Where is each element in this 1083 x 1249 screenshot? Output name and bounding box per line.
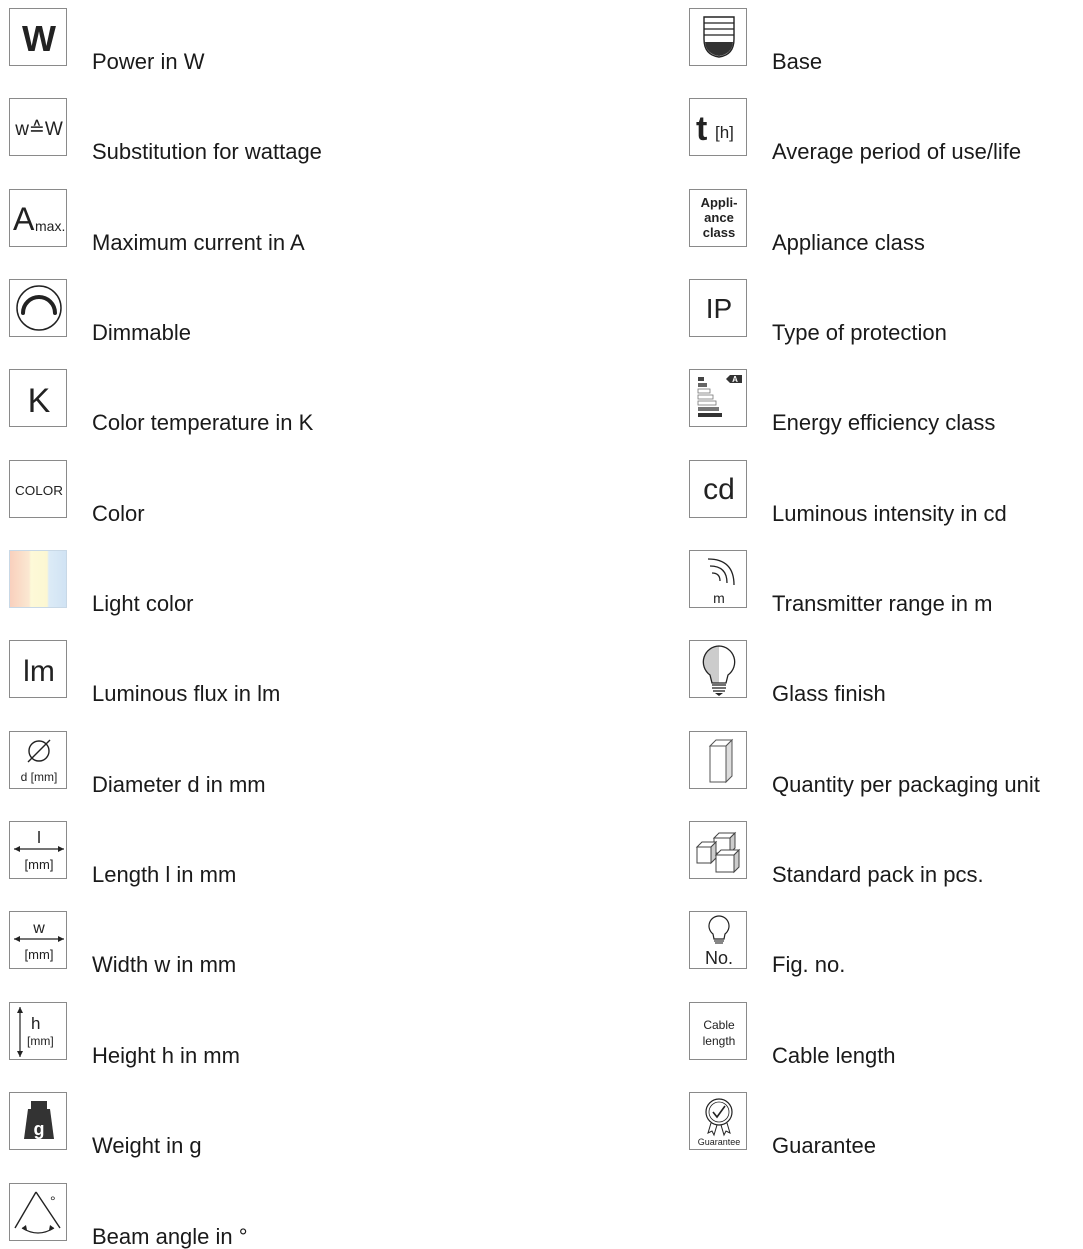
guarantee-seal-icon: Guarantee (689, 1092, 747, 1150)
svg-text:°: ° (50, 1193, 56, 1209)
legend-label: Cable length (772, 1043, 896, 1068)
legend-label: Color temperature in K (92, 410, 314, 435)
legend-label: Length l in mm (92, 862, 237, 887)
legend-label: Fig. no. (772, 952, 846, 977)
color-temperature-icon: K (9, 369, 67, 427)
color-icon: COLOR (9, 460, 67, 518)
svg-text:W: W (22, 18, 56, 59)
legend-label: Appliance class (772, 230, 925, 255)
svg-text:cd: cd (703, 473, 735, 506)
legend-label: Dimmable (92, 320, 192, 345)
svg-text:g: g (34, 1119, 45, 1139)
svg-text:t: t (696, 110, 707, 148)
svg-text:w: w (32, 920, 45, 937)
svg-text:[h]: [h] (715, 123, 734, 142)
svg-text:COLOR: COLOR (15, 483, 63, 498)
weight-icon: g (9, 1092, 67, 1150)
legend-label: Weight in g (92, 1133, 202, 1158)
lifetime-icon: t [h] (689, 98, 747, 156)
cable-length-icon: Cable length (689, 1002, 747, 1060)
legend-label: Base (772, 49, 823, 74)
legend-label: Luminous flux in lm (92, 681, 281, 706)
luminous-flux-icon: lm (9, 640, 67, 698)
svg-text:[mm]: [mm] (27, 1034, 54, 1048)
luminous-intensity-icon: cd (689, 460, 747, 518)
legend-label: Width w in mm (92, 952, 237, 977)
svg-text:ance: ance (704, 210, 734, 225)
legend-label: Guarantee (772, 1133, 876, 1158)
legend-label: Standard pack in pcs. (772, 862, 984, 887)
svg-text:[mm]: [mm] (25, 947, 54, 962)
svg-text:d [mm]: d [mm] (21, 770, 58, 784)
svg-text:No.: No. (705, 948, 733, 968)
legend-label: Transmitter range in m (772, 591, 993, 616)
ip-protection-icon: IP (689, 279, 747, 337)
wattage-substitution-icon: w≙W (9, 98, 67, 156)
svg-text:max.: max. (35, 218, 65, 234)
svg-text:m: m (713, 590, 725, 606)
diameter-icon: d [mm] (9, 731, 67, 789)
legend-label: Power in W (92, 49, 205, 74)
svg-text:[mm]: [mm] (25, 857, 54, 872)
legend-label: Energy efficiency class (772, 410, 996, 435)
svg-text:Cable: Cable (703, 1018, 735, 1032)
svg-text:A: A (13, 201, 35, 237)
power-watt-icon: W (9, 8, 67, 66)
legend-label: Type of protection (772, 320, 947, 345)
height-icon: h [mm] (9, 1002, 67, 1060)
legend-label: Color (92, 501, 145, 526)
glass-finish-bulb-icon (689, 640, 747, 698)
length-icon: l [mm] (9, 821, 67, 879)
legend-label: Luminous intensity in cd (772, 501, 1007, 526)
svg-text:w≙W: w≙W (14, 119, 63, 140)
legend-label: Light color (92, 591, 194, 616)
icon-legend: W Power in W w≙W Substitution for wattag… (0, 0, 1083, 1249)
light-color-swatch-icon (9, 550, 67, 608)
svg-text:class: class (703, 225, 736, 240)
appliance-class-icon: Appli- ance class (689, 189, 747, 247)
svg-text:K: K (28, 382, 51, 420)
energy-label-icon: A (689, 369, 747, 427)
svg-text:l: l (37, 828, 41, 847)
legend-label: Diameter d in mm (92, 772, 266, 797)
standard-pack-boxes-icon (689, 821, 747, 879)
legend-label: Height h in mm (92, 1043, 240, 1068)
svg-text:lm: lm (23, 655, 55, 688)
legend-label: Average period of use/life (772, 139, 1022, 164)
legend-label: Beam angle in ° (92, 1224, 248, 1249)
width-icon: w [mm] (9, 911, 67, 969)
svg-text:h: h (31, 1014, 40, 1033)
svg-text:IP: IP (706, 293, 732, 324)
figure-number-icon: No. (689, 911, 747, 969)
svg-text:Appli-: Appli- (701, 195, 738, 210)
dimmable-icon (9, 279, 67, 337)
legend-label: Glass finish (772, 681, 886, 706)
svg-text:length: length (703, 1034, 736, 1048)
max-current-icon: A max. (9, 189, 67, 247)
legend-label: Maximum current in A (92, 230, 305, 255)
transmitter-range-icon: m (689, 550, 747, 608)
packaging-unit-box-icon (689, 731, 747, 789)
beam-angle-icon: ° (9, 1183, 67, 1241)
lamp-base-icon (689, 8, 747, 66)
svg-text:A: A (732, 375, 738, 384)
svg-text:Guarantee: Guarantee (698, 1137, 741, 1147)
legend-label: Quantity per packaging unit (772, 772, 1040, 797)
legend-label: Substitution for wattage (92, 139, 322, 164)
